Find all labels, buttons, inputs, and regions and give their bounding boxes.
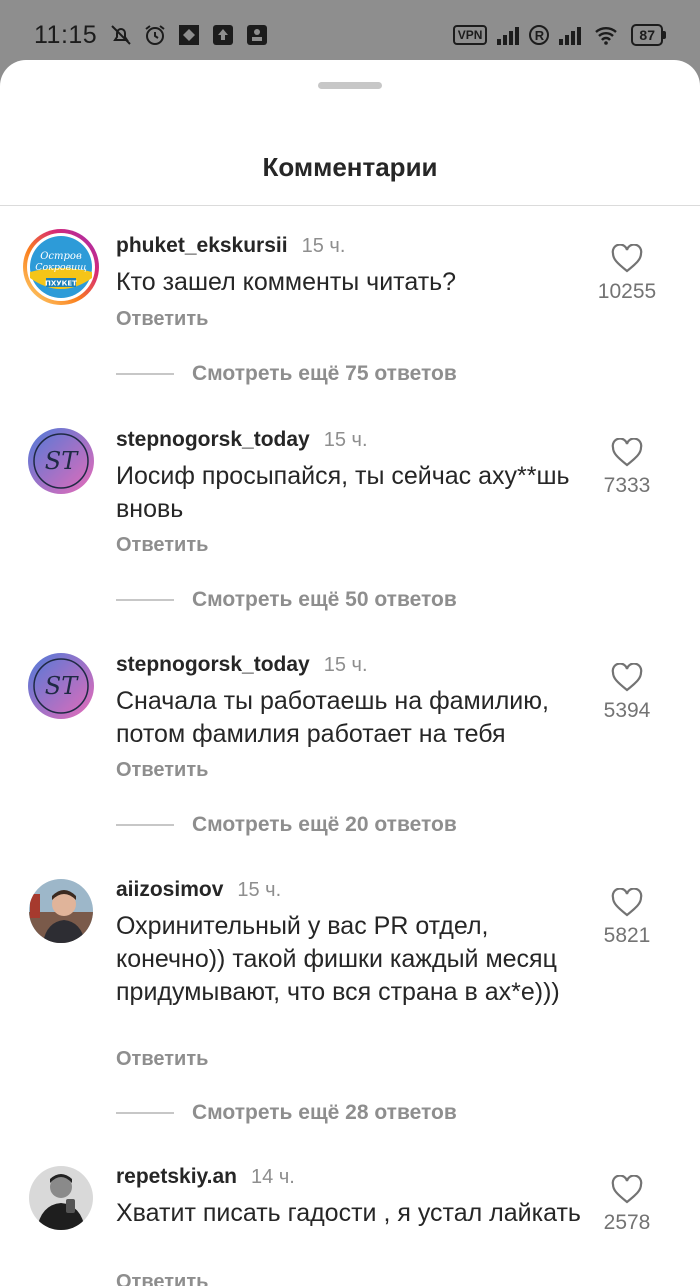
avatar-text-2: Сокровищ xyxy=(35,262,87,273)
app-notification-icon xyxy=(179,25,200,45)
comment-username[interactable]: stepnogorsk_today xyxy=(116,428,310,452)
like-count: 2578 xyxy=(603,1211,651,1234)
signal-icon xyxy=(559,25,582,45)
comment-time: 14 ч. xyxy=(251,1166,295,1188)
replies-line xyxy=(116,1112,174,1114)
reply-button[interactable]: Ответить xyxy=(116,759,208,782)
heart-icon[interactable] xyxy=(611,1175,643,1205)
status-time: 11:15 xyxy=(34,20,98,49)
comment-username[interactable]: repetskiy.an xyxy=(116,1165,237,1189)
avatar[interactable] xyxy=(22,1159,100,1237)
comment-header: stepnogorsk_today 15 ч. xyxy=(116,653,368,677)
avatar-text: ST xyxy=(45,672,79,700)
reply-button[interactable]: Ответить xyxy=(116,534,208,557)
avatar[interactable] xyxy=(22,872,100,950)
comment-text: Хватит писать гадости , я устал лайкать xyxy=(116,1199,581,1227)
reply-button[interactable]: Ответить xyxy=(116,1048,208,1071)
heart-icon[interactable] xyxy=(611,438,643,468)
comment-username[interactable]: phuket_ekskursii xyxy=(116,234,288,258)
view-more-replies[interactable]: Смотреть ещё 75 ответов xyxy=(116,362,457,386)
mute-bell-icon xyxy=(111,25,131,45)
profile-notification-icon xyxy=(247,25,268,45)
vpn-icon: VPN xyxy=(452,25,488,45)
like-area: 2578 xyxy=(582,1175,672,1235)
heart-icon[interactable] xyxy=(611,663,643,693)
replies-line xyxy=(116,599,174,601)
view-more-replies-label: Смотреть ещё 28 ответов xyxy=(192,1101,457,1124)
view-more-replies-label: Смотреть ещё 50 ответов xyxy=(192,588,457,611)
heart-icon[interactable] xyxy=(611,244,643,274)
comment-time: 15 ч. xyxy=(237,879,282,901)
like-count: 5821 xyxy=(603,924,651,947)
status-left: 11:15 xyxy=(34,21,269,50)
comment-text: Кто зашел комменты читать? xyxy=(116,268,457,296)
comment-text: Иосиф просыпайся, ты сейчас аху**шь внов… xyxy=(116,462,570,523)
upload-icon xyxy=(213,25,234,45)
view-more-replies[interactable]: Смотреть ещё 50 ответов xyxy=(116,588,457,612)
battery-percent: 87 xyxy=(631,24,663,46)
comment-time: 15 ч. xyxy=(323,654,368,676)
replies-line xyxy=(116,373,174,375)
comment-username[interactable]: stepnogorsk_today xyxy=(116,653,310,677)
comment-header: phuket_ekskursii 15 ч. xyxy=(116,234,345,258)
reply-button[interactable]: Ответить xyxy=(116,308,208,331)
avatar-text: ST xyxy=(45,447,79,475)
like-count: 7333 xyxy=(603,474,651,497)
like-area: 5821 xyxy=(582,888,672,948)
like-count: 10255 xyxy=(597,280,657,303)
replies-line xyxy=(116,824,174,826)
reply-button[interactable]: Ответить xyxy=(116,1271,208,1286)
comment-time: 15 ч. xyxy=(323,429,368,451)
like-area: 7333 xyxy=(582,438,672,498)
avatar-text-3: ПХУКЕТ xyxy=(45,280,77,288)
avatar[interactable]: ST xyxy=(22,647,100,725)
comment-header: aiizosimov 15 ч. xyxy=(116,878,281,902)
roaming-icon: R xyxy=(529,25,550,45)
drag-handle[interactable] xyxy=(318,82,382,89)
sheet-title: Комментарии xyxy=(262,152,438,182)
view-more-replies-label: Смотреть ещё 75 ответов xyxy=(192,362,457,385)
like-area: 10255 xyxy=(582,244,672,304)
view-more-replies-label: Смотреть ещё 20 ответов xyxy=(192,813,457,836)
comment-text: Сначала ты работаешь на фамилию, потом ф… xyxy=(116,687,549,748)
avatar-text-1: Остров xyxy=(40,251,82,262)
comment-header: repetskiy.an 14 ч. xyxy=(116,1165,295,1189)
battery-icon: 87 xyxy=(631,24,666,46)
header-divider xyxy=(0,205,700,206)
comment-username[interactable]: aiizosimov xyxy=(116,878,223,902)
comment-time: 15 ч. xyxy=(301,235,346,257)
view-more-replies[interactable]: Смотреть ещё 28 ответов xyxy=(116,1101,457,1125)
comments-sheet: Комментарии Остров Сокровищ ПХУКЕТ phuke… xyxy=(0,60,700,1286)
comment-text: Охринительный у вас PR отдел, конечно)) … xyxy=(116,912,560,1006)
avatar[interactable]: ST xyxy=(22,422,100,500)
heart-icon[interactable] xyxy=(611,888,643,918)
comment-header: stepnogorsk_today 15 ч. xyxy=(116,428,368,452)
signal-icon xyxy=(497,25,520,45)
status-right: VPN R 87 xyxy=(452,23,666,47)
alarm-clock-icon xyxy=(145,25,165,45)
view-more-replies[interactable]: Смотреть ещё 20 ответов xyxy=(116,813,457,837)
like-count: 5394 xyxy=(603,699,651,722)
avatar[interactable]: Остров Сокровищ ПХУКЕТ xyxy=(22,228,100,306)
wifi-icon xyxy=(595,27,618,45)
like-area: 5394 xyxy=(582,663,672,723)
